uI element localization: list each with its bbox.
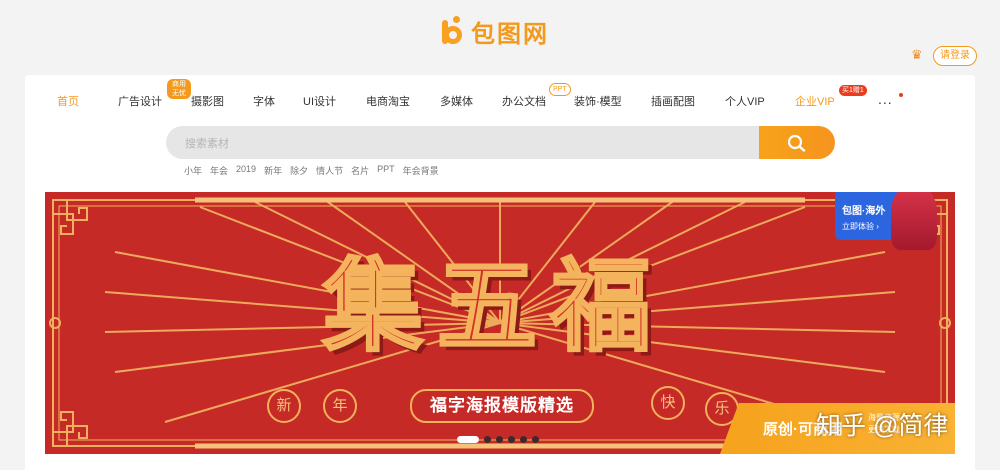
zhihu-watermark: 知乎 @简律 [816, 412, 949, 440]
carousel-dot[interactable] [508, 436, 515, 443]
overseas-promo[interactable]: 包图·海外 立即体验 › [835, 192, 955, 250]
logo-mark-icon [441, 16, 465, 46]
side-char: 快 [651, 386, 685, 420]
nav-item-ui-design[interactable]: UI设计 [303, 93, 336, 109]
hot-word-link[interactable]: 除夕 [290, 164, 308, 177]
hot-word-link[interactable]: 2019 [236, 164, 256, 177]
banner-title-char: 五 [436, 248, 539, 365]
carousel-dot[interactable] [484, 436, 491, 443]
nav-item-ecommerce[interactable]: 电商淘宝 [366, 93, 410, 109]
ppt-badge: PPT [549, 83, 571, 96]
carousel-dot[interactable] [496, 436, 503, 443]
search-placeholder: 搜索素材 [185, 138, 229, 150]
brand-logo[interactable]: 包图网 [441, 14, 549, 48]
crown-icon[interactable]: ♛ [911, 47, 923, 63]
banner-subtitle: 福字海报模版精选 [410, 389, 594, 423]
side-char: 年 [323, 389, 357, 423]
nav-item-enterprise-vip[interactable]: 企业VIP [795, 93, 835, 109]
hot-word-link[interactable]: 名片 [351, 164, 369, 177]
banner-title-char: 福 [550, 248, 653, 365]
login-button[interactable]: 请登录 [933, 46, 977, 66]
nav-item-illustration[interactable]: 插画配图 [651, 93, 695, 109]
banner-title-char: 集 [322, 248, 425, 365]
nav-item-font[interactable]: 字体 [253, 93, 275, 109]
hot-word-link[interactable]: PPT [377, 164, 395, 177]
carousel-dot[interactable] [520, 436, 527, 443]
more-menu-button[interactable]: ... [878, 91, 893, 107]
carousel-dot[interactable] [532, 436, 539, 443]
search-bar: 搜索素材 [166, 126, 835, 159]
brand-name: 包图网 [471, 20, 549, 48]
hot-word-link[interactable]: 年会 [210, 164, 228, 177]
nav-item-office[interactable]: 办公文档 [502, 93, 546, 109]
nav-item-photo[interactable]: 摄影图 [191, 93, 224, 109]
hot-word-link[interactable]: 小年 [184, 164, 202, 177]
main-nav: 首页 广告设计 商用无忧 摄影图 字体 UI设计 电商淘宝 多媒体 办公文档 P… [25, 79, 975, 111]
search-button[interactable] [759, 126, 835, 159]
carousel-indicators [457, 436, 539, 443]
notification-dot [899, 93, 903, 97]
banner-title: 集 五 福 [322, 248, 653, 365]
nav-item-ad-design[interactable]: 广告设计 [118, 93, 162, 109]
nav-item-home[interactable]: 首页 [57, 93, 79, 109]
side-char: 新 [267, 389, 301, 423]
hot-search-words: 小年 年会 2019 新年 除夕 情人节 名片 PPT 年会背景 [184, 164, 439, 177]
nav-item-personal-vip[interactable]: 个人VIP [725, 93, 765, 109]
nav-item-decoration[interactable]: 装饰·模型 [574, 93, 622, 109]
hot-word-link[interactable]: 年会背景 [403, 164, 439, 177]
overseas-link[interactable]: 立即体验 › [842, 221, 879, 232]
buy-one-get-one-badge: 买1赠1 [839, 85, 867, 96]
search-icon [787, 134, 806, 152]
search-input[interactable]: 搜索素材 [166, 126, 759, 159]
overseas-title: 包图·海外 [842, 206, 886, 217]
model-image [891, 192, 937, 250]
free-commercial-badge: 商用无忧 [167, 79, 191, 99]
top-bar: 包图网 ♛ 请登录 [0, 0, 1000, 75]
hot-word-link[interactable]: 新年 [264, 164, 282, 177]
carousel-dot-active[interactable] [457, 436, 479, 443]
nav-item-multimedia[interactable]: 多媒体 [440, 93, 473, 109]
hot-word-link[interactable]: 情人节 [316, 164, 343, 177]
